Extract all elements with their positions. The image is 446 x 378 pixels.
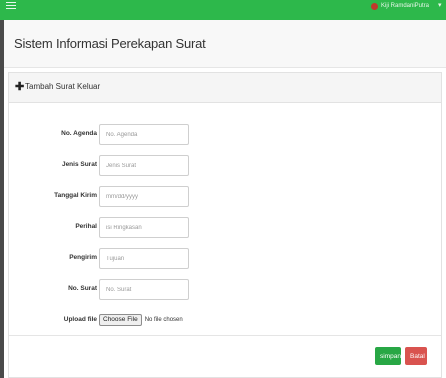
avatar — [371, 2, 378, 10]
no-agenda-input[interactable] — [99, 124, 189, 145]
panel-title: Tambah Surat Keluar — [25, 82, 101, 91]
form-row-tanggal-kirim: Tanggal Kirim — [9, 186, 441, 208]
simpan-button[interactable]: simpan — [375, 347, 401, 365]
username: Kiji RamdaniPutra — [381, 3, 430, 9]
file-status-text: No file chosen — [144, 317, 183, 323]
jenis-surat-label: Jenis Surat — [61, 161, 97, 168]
perihal-label: Perihal — [75, 223, 97, 230]
page-title: Sistem Informasi Perekapan Surat — [14, 36, 206, 51]
no-surat-input[interactable] — [99, 279, 189, 300]
form-row-perihal: Perihal — [9, 217, 441, 239]
upload-file-label: Upload file — [63, 316, 97, 323]
perihal-input[interactable] — [99, 217, 189, 238]
pengirim-input[interactable] — [99, 248, 189, 269]
chevron-down-icon[interactable]: ▾ — [438, 1, 442, 11]
batal-button[interactable]: Batal — [405, 347, 427, 365]
sidebar-rail — [0, 20, 4, 378]
pengirim-label: Pengirim — [69, 254, 97, 261]
user-menu[interactable]: Kiji RamdaniPutra — [371, 1, 429, 11]
form-divider — [9, 335, 441, 336]
no-surat-label: No. Surat — [68, 285, 97, 292]
page-header: Sistem Informasi Perekapan Surat — [4, 20, 446, 68]
panel-heading: ✚ Tambah Surat Keluar — [9, 73, 441, 103]
form-row-pengirim: Pengirim — [9, 248, 441, 270]
form-row-jenis-surat: Jenis Surat — [9, 155, 441, 177]
file-upload: Choose File No file chosen — [99, 314, 183, 326]
jenis-surat-input[interactable] — [99, 155, 189, 176]
form-row-no-surat: No. Surat — [9, 279, 441, 301]
top-navbar: Kiji RamdaniPutra ▾ — [0, 0, 446, 20]
tanggal-kirim-label: Tanggal Kirim — [54, 192, 97, 199]
form-panel: ✚ Tambah Surat Keluar No. Agenda Jenis S… — [8, 72, 442, 378]
form-row-no-agenda: No. Agenda — [9, 124, 441, 146]
hamburger-menu-icon[interactable] — [6, 2, 16, 9]
form-row-upload: Upload file Choose File No file chosen — [9, 310, 441, 332]
no-agenda-label: No. Agenda — [61, 130, 97, 137]
tanggal-kirim-date-input[interactable] — [99, 186, 189, 207]
choose-file-button[interactable]: Choose File — [99, 314, 142, 326]
plus-icon: ✚ — [15, 81, 25, 93]
